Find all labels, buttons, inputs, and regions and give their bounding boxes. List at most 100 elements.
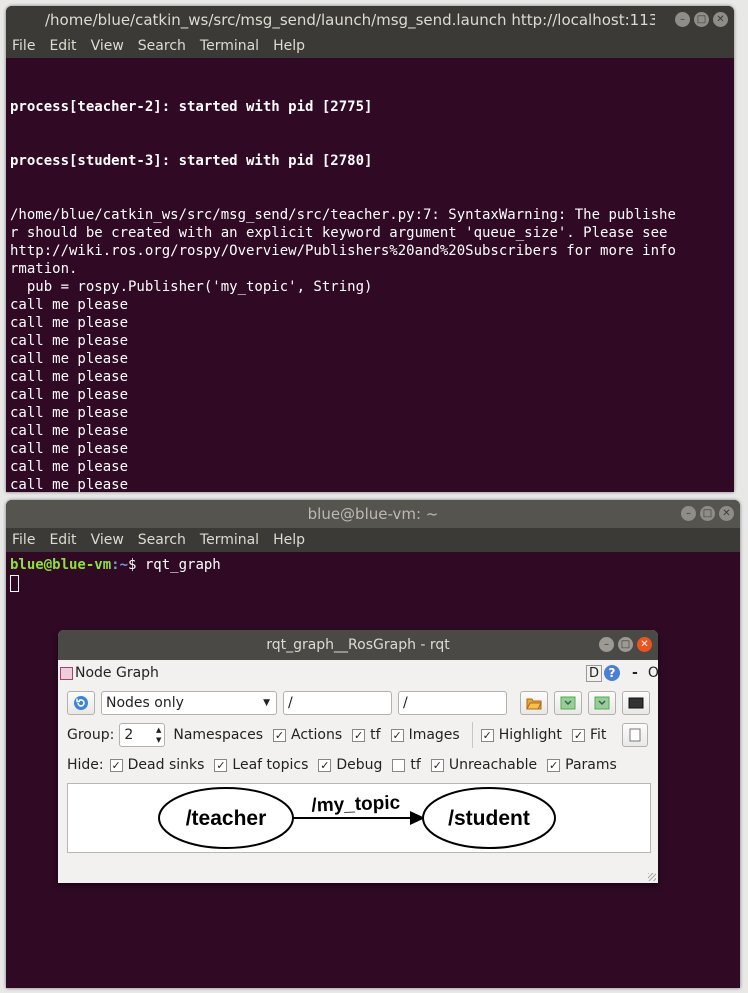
save-icon [560, 696, 576, 710]
checkbox-box[interactable]: ✓ [352, 728, 366, 742]
namespaces-checkbox[interactable]: Namespaces [173, 727, 263, 743]
fit-in-view-button[interactable] [622, 723, 648, 747]
checkbox-box[interactable] [392, 758, 406, 772]
menu-file[interactable]: File [12, 38, 35, 54]
title-bar[interactable]: /home/blue/catkin_ws/src/msg_send/launch… [6, 6, 734, 34]
menu-search[interactable]: Search [138, 532, 186, 548]
unreachable-checkbox[interactable]: ✓ Unreachable [430, 757, 538, 773]
ros-graph: /teacher /my_topic /student [158, 787, 556, 849]
minimize-button[interactable]: – [599, 637, 614, 652]
dead-sinks-label: Dead sinks [127, 757, 205, 773]
output-line: r should be created with an explicit key… [10, 225, 668, 241]
save-icon [594, 696, 610, 710]
chevron-down-icon: ▼ [263, 698, 270, 708]
hide-tf-checkbox[interactable]: tf [392, 757, 421, 773]
output-line: call me please [10, 315, 129, 331]
menu-help[interactable]: Help [273, 532, 305, 548]
maximize-button[interactable]: □ [618, 637, 633, 652]
images-checkbox[interactable]: ✓ Images [390, 727, 460, 743]
save-svg-button[interactable] [588, 691, 616, 715]
actions-checkbox[interactable]: ✓ Actions [273, 727, 342, 743]
edge-topic-label[interactable]: /my_topic [311, 792, 401, 816]
checkbox-box[interactable]: ✓ [480, 728, 494, 742]
node-student-label: /student [448, 807, 530, 830]
output-line: /home/blue/catkin_ws/src/msg_send/src/te… [10, 207, 676, 223]
menu-search[interactable]: Search [138, 38, 186, 54]
spin-arrows-icon[interactable]: ▲ ▼ [156, 725, 161, 745]
save-image-button[interactable] [622, 691, 650, 715]
load-dot-button[interactable] [520, 691, 548, 715]
maximize-button[interactable]: □ [700, 506, 715, 521]
topic-filter-input[interactable]: / [398, 691, 507, 715]
checkbox-box[interactable]: ✓ [273, 728, 287, 742]
minimize-button[interactable]: – [675, 12, 690, 27]
minimize-plugin-button[interactable]: - [632, 665, 638, 681]
output-line: call me please [10, 351, 129, 367]
maximize-button[interactable]: □ [694, 12, 709, 27]
highlight-checkbox[interactable]: ✓ Highlight [480, 727, 562, 743]
output-line: call me please [10, 387, 129, 403]
checkbox-box[interactable]: ✓ [318, 758, 332, 772]
prompt-user: blue@blue-vm [10, 557, 112, 573]
params-checkbox[interactable]: ✓ Params [547, 757, 617, 773]
title-bar[interactable]: blue@blue-vm: ~ – □ ✕ [6, 500, 740, 528]
checkbox-box[interactable]: ✓ [547, 758, 561, 772]
tf-checkbox[interactable]: ✓ tf [352, 727, 381, 743]
highlight-label: Highlight [498, 727, 562, 743]
menu-file[interactable]: File [12, 532, 35, 548]
separator [471, 722, 473, 748]
graph-canvas[interactable]: /teacher /my_topic /student [67, 783, 651, 853]
group-spinbox[interactable]: 2 ▲ ▼ [119, 723, 166, 747]
leaf-topics-checkbox[interactable]: ✓ Leaf topics [214, 757, 308, 773]
images-label: Images [408, 727, 460, 743]
graph-mode-select[interactable]: Nodes only ▼ [101, 691, 277, 715]
actions-label: Actions [291, 727, 343, 743]
namespaces-label: Namespaces [173, 727, 264, 743]
close-button[interactable]: ✕ [719, 506, 734, 521]
menu-edit[interactable]: Edit [49, 38, 76, 54]
terminal-output[interactable]: process[teacher-2]: started with pid [27… [6, 58, 734, 492]
group-value: 2 [124, 727, 134, 743]
hide-row: Hide: ✓ Dead sinks ✓ Leaf topics ✓ Debug tf… [58, 753, 658, 777]
help-icon[interactable]: ? [604, 665, 621, 681]
close-button[interactable]: ✕ [713, 12, 728, 27]
refresh-button[interactable] [67, 691, 95, 715]
hide-label: Hide: [67, 757, 104, 773]
output-line: pub = rospy.Publisher('my_topic', String… [10, 279, 373, 295]
save-dot-button[interactable] [554, 691, 582, 715]
menu-terminal[interactable]: Terminal [200, 532, 259, 548]
dock-button[interactable]: D [586, 664, 603, 682]
menu-view[interactable]: View [91, 38, 124, 54]
rqt-graph-window[interactable]: rqt_graph__RosGraph - rqt – □ ✕ Node Gra… [58, 630, 659, 883]
options-row: Group: 2 ▲ ▼ Namespaces ✓ Actions ✓ tf ✓ Ima… [58, 722, 658, 748]
unreachable-label: Unreachable [448, 757, 538, 773]
close-button[interactable]: ✕ [637, 637, 652, 652]
output-line: call me please [10, 369, 129, 385]
debug-checkbox[interactable]: ✓ Debug [318, 757, 382, 773]
terminal-window-launch[interactable]: /home/blue/catkin_ws/src/msg_send/launch… [6, 6, 734, 492]
menu-view[interactable]: View [91, 532, 124, 548]
output-line: rmation. [10, 261, 78, 277]
graph-mode-value: Nodes only [106, 695, 184, 711]
menu-help[interactable]: Help [273, 38, 305, 54]
image-icon [628, 697, 644, 709]
checkbox-box[interactable]: ✓ [571, 728, 585, 742]
prompt-path: :~ [111, 557, 129, 573]
prompt-symbol: $ [128, 557, 145, 573]
menu-edit[interactable]: Edit [49, 532, 76, 548]
node-filter-input[interactable]: / [283, 691, 392, 715]
checkbox-box[interactable]: ✓ [214, 758, 228, 772]
checkbox-box[interactable]: ✓ [430, 758, 444, 772]
dead-sinks-checkbox[interactable]: ✓ Dead sinks [109, 757, 205, 773]
checkbox-box[interactable]: ✓ [390, 728, 404, 742]
title-bar[interactable]: rqt_graph__RosGraph - rqt – □ ✕ [58, 630, 658, 660]
close-plugin-button[interactable]: O [648, 665, 659, 681]
node-teacher-label: /teacher [186, 807, 267, 830]
menu-terminal[interactable]: Terminal [200, 38, 259, 54]
fit-checkbox[interactable]: ✓ Fit [571, 727, 606, 743]
minimize-button[interactable]: – [681, 506, 696, 521]
terminal-output[interactable]: blue@blue-vm:~$ rqt_graph [6, 552, 740, 592]
checkbox-box[interactable]: ✓ [109, 758, 123, 772]
plugin-header: Node Graph D ? - O [58, 662, 659, 684]
resize-grip-icon[interactable] [648, 873, 656, 881]
